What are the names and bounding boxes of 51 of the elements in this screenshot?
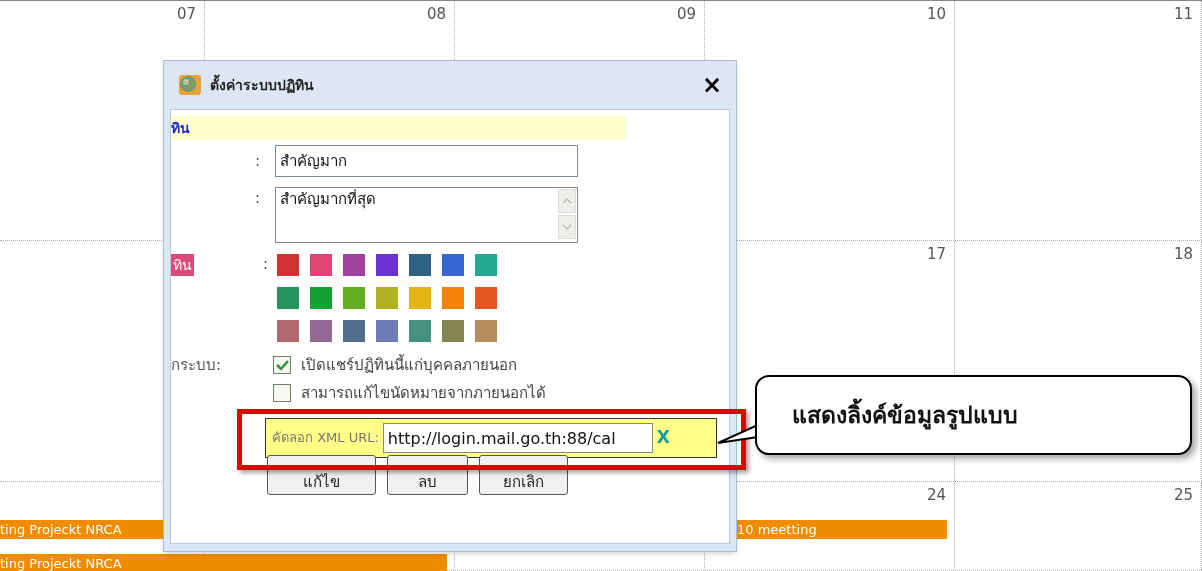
- color-swatch[interactable]: [277, 254, 299, 276]
- day-number: 09: [676, 4, 696, 25]
- day-number: 25: [1173, 485, 1193, 506]
- color-swatch[interactable]: [475, 254, 497, 276]
- scroll-up-icon[interactable]: [558, 189, 576, 213]
- color-swatch[interactable]: [343, 287, 365, 309]
- close-button[interactable]: ×: [701, 73, 722, 97]
- section-header: ทิน: [171, 116, 626, 140]
- description-field[interactable]: สำคัญมากที่สุด: [275, 187, 578, 243]
- checkbox-label: เปิดแชร์ปฏิทินนี้แก่บุคคลภายนอก: [301, 354, 517, 377]
- dialog-title: ตั้งค่าระบบปฏิทิน: [210, 74, 314, 96]
- color-swatch[interactable]: [343, 254, 365, 276]
- color-swatch[interactable]: [442, 320, 464, 342]
- color-swatch[interactable]: [310, 287, 332, 309]
- calendar-globe-icon: [178, 73, 202, 97]
- color-swatch[interactable]: [409, 254, 431, 276]
- colon: :: [263, 254, 270, 275]
- color-swatch[interactable]: [475, 320, 497, 342]
- color-swatch[interactable]: [376, 287, 398, 309]
- xml-url-label: คัดลอก XML URL:: [272, 429, 379, 448]
- scroll-down-icon[interactable]: [558, 215, 576, 239]
- colon: :: [255, 150, 262, 172]
- color-swatch[interactable]: [475, 287, 497, 309]
- checkbox[interactable]: [273, 383, 291, 402]
- day-number: 24: [926, 485, 946, 506]
- day-number: 08: [426, 4, 446, 25]
- color-swatch[interactable]: [376, 254, 398, 276]
- check-icon: [275, 359, 289, 371]
- name-field[interactable]: สำคัญมาก: [275, 145, 578, 177]
- day-number: 10: [926, 4, 946, 25]
- day-number: 11: [1173, 4, 1193, 25]
- color-swatch[interactable]: [310, 320, 332, 342]
- color-swatch[interactable]: [442, 254, 464, 276]
- color-swatch[interactable]: [409, 287, 431, 309]
- colon: :: [255, 188, 262, 209]
- color-swatch[interactable]: [376, 320, 398, 342]
- color-swatch[interactable]: [442, 287, 464, 309]
- color-label: ทิน: [171, 254, 194, 276]
- xml-url-field[interactable]: http://login.mail.go.th:88/cal: [382, 423, 653, 453]
- color-swatch[interactable]: [310, 254, 332, 276]
- color-swatch[interactable]: [277, 320, 299, 342]
- color-swatch[interactable]: [277, 287, 299, 309]
- checkbox[interactable]: [273, 356, 291, 375]
- color-swatch[interactable]: [343, 320, 365, 342]
- callout-text: แสดงลิ้งค์ข้อมูลรูปแบบ: [792, 397, 1018, 433]
- day-number: 17: [926, 244, 946, 265]
- checkbox-label: สามารถแก้ไขนัดหมายจากภายนอกได้: [301, 382, 546, 404]
- day-number: 07: [176, 4, 196, 25]
- day-number: 18: [1173, 244, 1193, 265]
- sharing-label: กระบบ:: [171, 355, 223, 376]
- color-swatch[interactable]: [409, 320, 431, 342]
